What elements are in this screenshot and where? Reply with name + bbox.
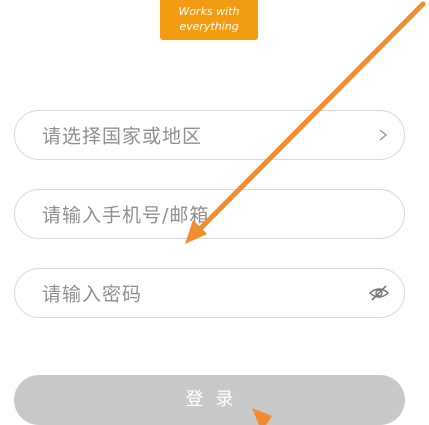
- region-select[interactable]: 请选择国家或地区: [14, 110, 405, 160]
- password-placeholder: 请输入密码: [42, 283, 143, 306]
- account-placeholder: 请输入手机号/邮箱: [42, 204, 210, 227]
- eye-off-icon[interactable]: [368, 284, 390, 302]
- badge-line-1: Works with: [178, 5, 240, 18]
- region-placeholder: 请选择国家或地区: [42, 125, 203, 148]
- password-input[interactable]: 请输入密码: [14, 268, 405, 318]
- chevron-right-icon: [376, 128, 390, 142]
- works-with-everything-badge: Works with everything: [160, 0, 258, 40]
- login-button[interactable]: 登录: [14, 375, 405, 425]
- account-input[interactable]: 请输入手机号/邮箱: [14, 189, 405, 239]
- badge-line-2: everything: [179, 20, 239, 33]
- login-page: Works with everything 请选择国家或地区 请输入手机号/邮箱…: [0, 0, 429, 425]
